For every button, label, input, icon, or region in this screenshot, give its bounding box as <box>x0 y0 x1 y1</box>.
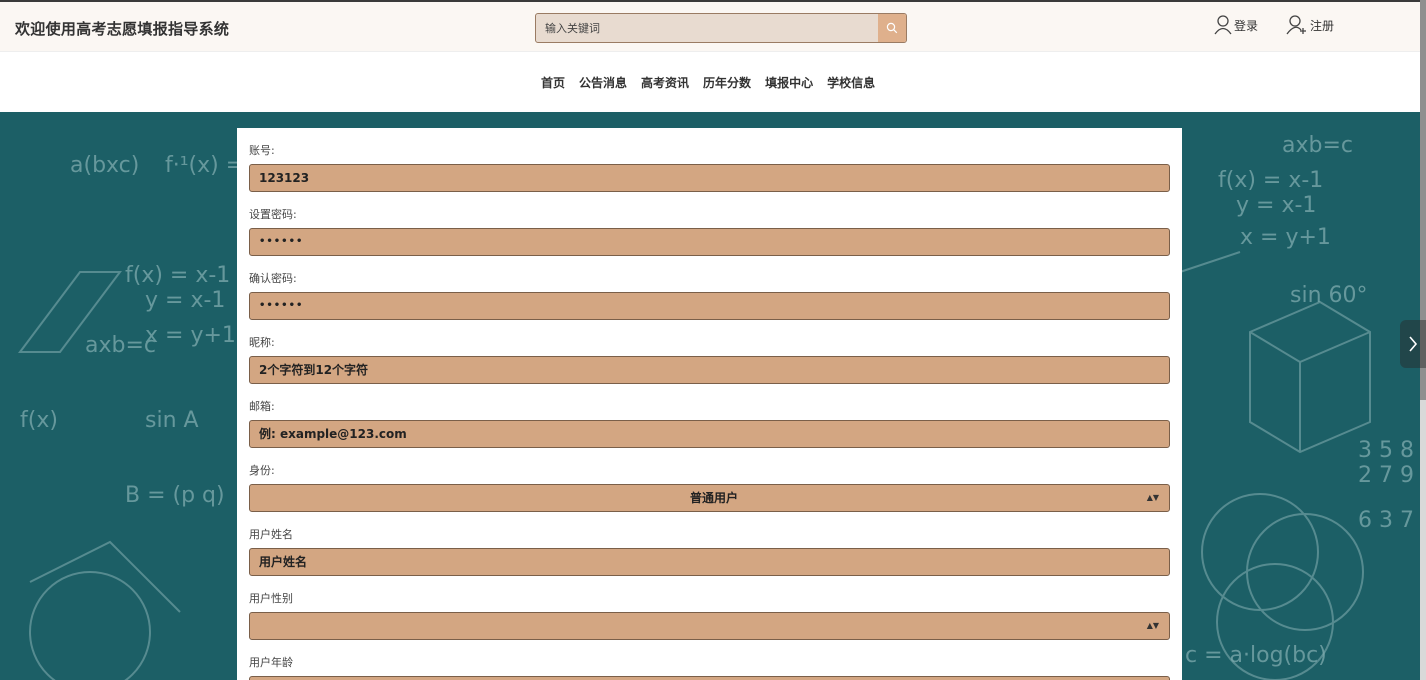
select-arrows-icon: ▲▼ <box>1146 493 1159 502</box>
confirm-password-field[interactable]: •••••• <box>249 292 1170 320</box>
nav-item-home[interactable]: 首页 <box>541 74 565 91</box>
nav-item-schools[interactable]: 学校信息 <box>827 74 875 91</box>
nickname-field[interactable]: 2个字符到12个字符 <box>249 356 1170 384</box>
svg-text:f(x): f(x) <box>20 408 58 433</box>
svg-text:c = a·log(bc): c = a·log(bc) <box>1185 643 1327 668</box>
age-field[interactable] <box>249 676 1170 680</box>
svg-text:f(x) = x-1: f(x) = x-1 <box>1218 168 1323 193</box>
register-form: 账号: 123123 设置密码: •••••• 确认密码: •••••• 昵称:… <box>237 128 1182 680</box>
nav-item-news[interactable]: 高考资讯 <box>641 74 689 91</box>
svg-text:3 5 8: 3 5 8 <box>1358 438 1414 463</box>
main-nav: 首页 公告消息 高考资讯 历年分数 填报中心 学校信息 <box>0 51 1426 112</box>
age-label: 用户年龄 <box>249 656 293 669</box>
realname-label: 用户姓名 <box>249 528 293 541</box>
nickname-label: 昵称: <box>249 336 275 349</box>
svg-text:axb=c: axb=c <box>1282 133 1353 158</box>
gender-select[interactable]: ▲▼ <box>249 612 1170 640</box>
magnifier-icon <box>886 22 898 34</box>
user-icon <box>1214 15 1232 35</box>
email-label: 邮箱: <box>249 400 275 413</box>
confirm-password-label: 确认密码: <box>249 272 297 285</box>
search-input[interactable] <box>536 14 879 42</box>
identity-select[interactable]: 普通用户 ▲▼ <box>249 484 1170 512</box>
login-link[interactable]: 登录 <box>1214 15 1258 35</box>
identity-value: 普通用户 <box>689 491 738 505</box>
gender-label: 用户性别 <box>249 592 293 605</box>
register-link[interactable]: 注册 <box>1286 15 1334 35</box>
svg-text:sin A: sin A <box>145 408 199 433</box>
search-button[interactable] <box>878 14 906 42</box>
top-header: 欢迎使用高考志愿填报指导系统 登录 注册 <box>0 0 1426 51</box>
password-field[interactable]: •••••• <box>249 228 1170 256</box>
svg-text:x = y+1: x = y+1 <box>145 323 236 348</box>
nav-item-notices[interactable]: 公告消息 <box>579 74 627 91</box>
svg-text:f·¹(x) =: f·¹(x) = <box>165 153 244 178</box>
svg-text:B = (p q): B = (p q) <box>125 483 225 508</box>
nav-item-apply[interactable]: 填报中心 <box>765 74 813 91</box>
svg-text:6 3 7: 6 3 7 <box>1358 508 1414 533</box>
realname-field[interactable]: 用户姓名 <box>249 548 1170 576</box>
svg-text:y = x-1: y = x-1 <box>145 288 225 313</box>
nav-item-scores[interactable]: 历年分数 <box>703 74 751 91</box>
account-label: 账号: <box>249 144 275 157</box>
svg-text:2 7 9: 2 7 9 <box>1358 463 1414 488</box>
carousel-next-button[interactable] <box>1400 320 1426 368</box>
svg-text:f(x) = x-1: f(x) = x-1 <box>125 263 230 288</box>
nav-items: 首页 公告消息 高考资讯 历年分数 填报中心 学校信息 <box>541 74 875 91</box>
svg-text:sin 60°: sin 60° <box>1290 283 1368 308</box>
svg-text:a(bxc): a(bxc) <box>70 153 139 178</box>
register-label: 注册 <box>1310 18 1335 33</box>
account-field[interactable]: 123123 <box>249 164 1170 192</box>
email-field[interactable]: 例: example@123.com <box>249 420 1170 448</box>
identity-label: 身份: <box>249 464 275 477</box>
password-label: 设置密码: <box>249 208 297 221</box>
svg-text:x = y+1: x = y+1 <box>1240 225 1331 250</box>
svg-text:y = x-1: y = x-1 <box>1236 193 1316 218</box>
select-arrows-icon: ▲▼ <box>1146 621 1159 630</box>
login-label: 登录 <box>1234 18 1259 33</box>
search-box <box>535 13 907 43</box>
user-plus-icon <box>1286 15 1306 35</box>
site-title: 欢迎使用高考志愿填报指导系统 <box>15 20 230 38</box>
chevron-right-icon <box>1409 336 1418 352</box>
